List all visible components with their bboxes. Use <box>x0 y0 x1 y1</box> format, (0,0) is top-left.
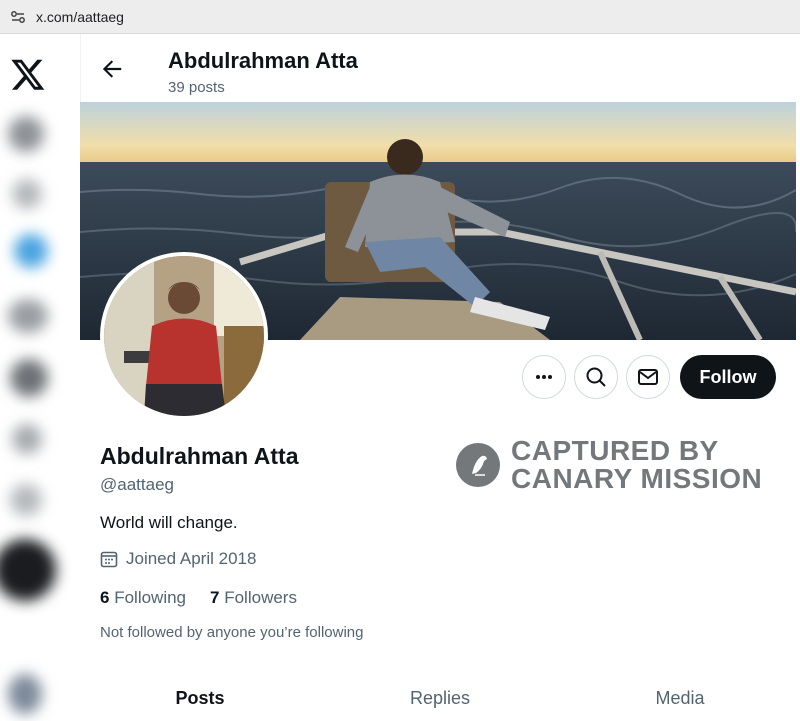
notifications-icon[interactable] <box>14 234 48 268</box>
search-icon <box>586 367 606 387</box>
url-text[interactable]: x.com/aattaeg <box>36 9 124 25</box>
message-button[interactable] <box>626 355 670 399</box>
tab-replies[interactable]: Replies <box>320 672 560 721</box>
profile-tabs: Posts Replies Media <box>80 672 800 721</box>
followers-count: 7 <box>210 588 220 607</box>
followed-by-note: Not followed by anyone you’re following <box>100 624 364 641</box>
home-icon[interactable] <box>8 116 44 152</box>
site-settings-icon[interactable] <box>8 7 28 27</box>
profile-name: Abdulrahman Atta <box>100 443 299 469</box>
grok-icon[interactable] <box>10 359 48 397</box>
x-logo-icon[interactable] <box>10 56 46 92</box>
profile-avatar[interactable] <box>100 252 268 420</box>
post-button[interactable] <box>0 539 56 601</box>
header-name: Abdulrahman Atta <box>168 48 358 73</box>
watermark-line1: CAPTURED BY <box>511 435 719 466</box>
left-navigation <box>0 34 80 721</box>
lists-icon[interactable] <box>12 424 42 454</box>
following-link[interactable]: 6 Following <box>100 588 186 608</box>
back-arrow-icon[interactable] <box>99 56 125 82</box>
more-button[interactable] <box>522 355 566 399</box>
watermark-line2: CANARY MISSION <box>511 463 763 494</box>
followers-label: Followers <box>224 588 297 607</box>
profile-bio: World will change. <box>100 513 238 532</box>
more-icon <box>536 375 552 379</box>
tab-posts[interactable]: Posts <box>80 672 320 721</box>
calendar-icon <box>100 551 118 568</box>
mail-icon <box>638 369 658 385</box>
canary-logo-icon <box>456 443 500 487</box>
follow-stats: 6 Following 7 Followers <box>100 588 297 608</box>
following-count: 6 <box>100 588 110 607</box>
profile-handle: @aattaeg <box>100 475 174 494</box>
joined-text: Joined April 2018 <box>126 549 257 568</box>
joined-date: Joined April 2018 <box>100 549 256 569</box>
messages-icon[interactable] <box>8 299 48 333</box>
header-post-count: 39 posts <box>168 79 225 96</box>
watermark: CAPTURED BY CANARY MISSION <box>455 437 762 493</box>
tab-media[interactable]: Media <box>560 672 800 721</box>
explore-icon[interactable] <box>12 179 42 209</box>
avatar-image <box>104 256 264 416</box>
follow-button[interactable]: Follow <box>680 355 776 399</box>
browser-url-bar[interactable]: x.com/aattaeg <box>0 0 800 34</box>
search-profile-button[interactable] <box>574 355 618 399</box>
profile-header: Abdulrahman Atta 39 posts <box>80 34 800 102</box>
followers-link[interactable]: 7 Followers <box>210 588 297 608</box>
profile-nav-icon[interactable] <box>10 484 42 516</box>
account-avatar[interactable] <box>8 674 42 714</box>
following-label: Following <box>114 588 187 607</box>
